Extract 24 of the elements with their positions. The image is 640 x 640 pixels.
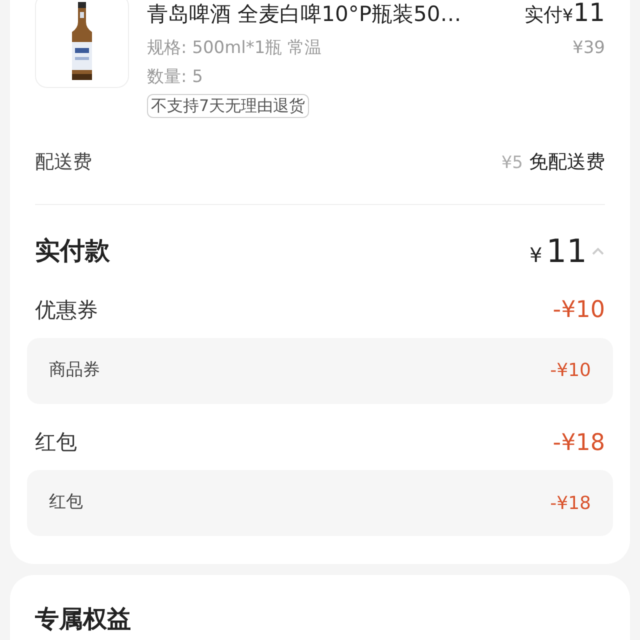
product-quantity: 数量: 5 [147, 66, 203, 88]
discount-amount: -¥10 [552, 296, 605, 325]
return-policy-tag: 不支持7天无理由退货 [147, 94, 310, 118]
discount-label: 优惠券 [35, 296, 98, 324]
discount-detail-amount: -¥10 [550, 359, 591, 383]
original-price: ¥39 [572, 36, 605, 60]
product-title: 青岛啤酒 全麦白啤10°P瓶装50… [147, 1, 462, 28]
section-title: 专属权益 [35, 605, 131, 633]
discount-label: 红包 [35, 429, 77, 456]
total-label: 实付款 [35, 235, 110, 268]
total-amount: 11 [546, 231, 587, 271]
delivery-fee-label: 配送费 [35, 150, 92, 174]
delivery-fee-value: 免配送费 [529, 150, 605, 174]
chevron-up-icon[interactable] [591, 246, 605, 256]
original-delivery-fee: ¥5 [501, 152, 523, 174]
price-amount: 11 [573, 0, 605, 29]
discount-amount: -¥18 [552, 428, 605, 458]
discount-detail-label: 商品券 [49, 358, 100, 382]
currency-symbol: ¥ [530, 242, 542, 269]
discount-detail-label: 红包 [49, 491, 83, 514]
price-label: 实付 [524, 3, 562, 28]
discount-detail-amount: -¥18 [550, 492, 591, 516]
product-spec: 规格: 500ml*1瓶 常温 [147, 36, 322, 60]
currency-symbol: ¥ [562, 5, 574, 28]
